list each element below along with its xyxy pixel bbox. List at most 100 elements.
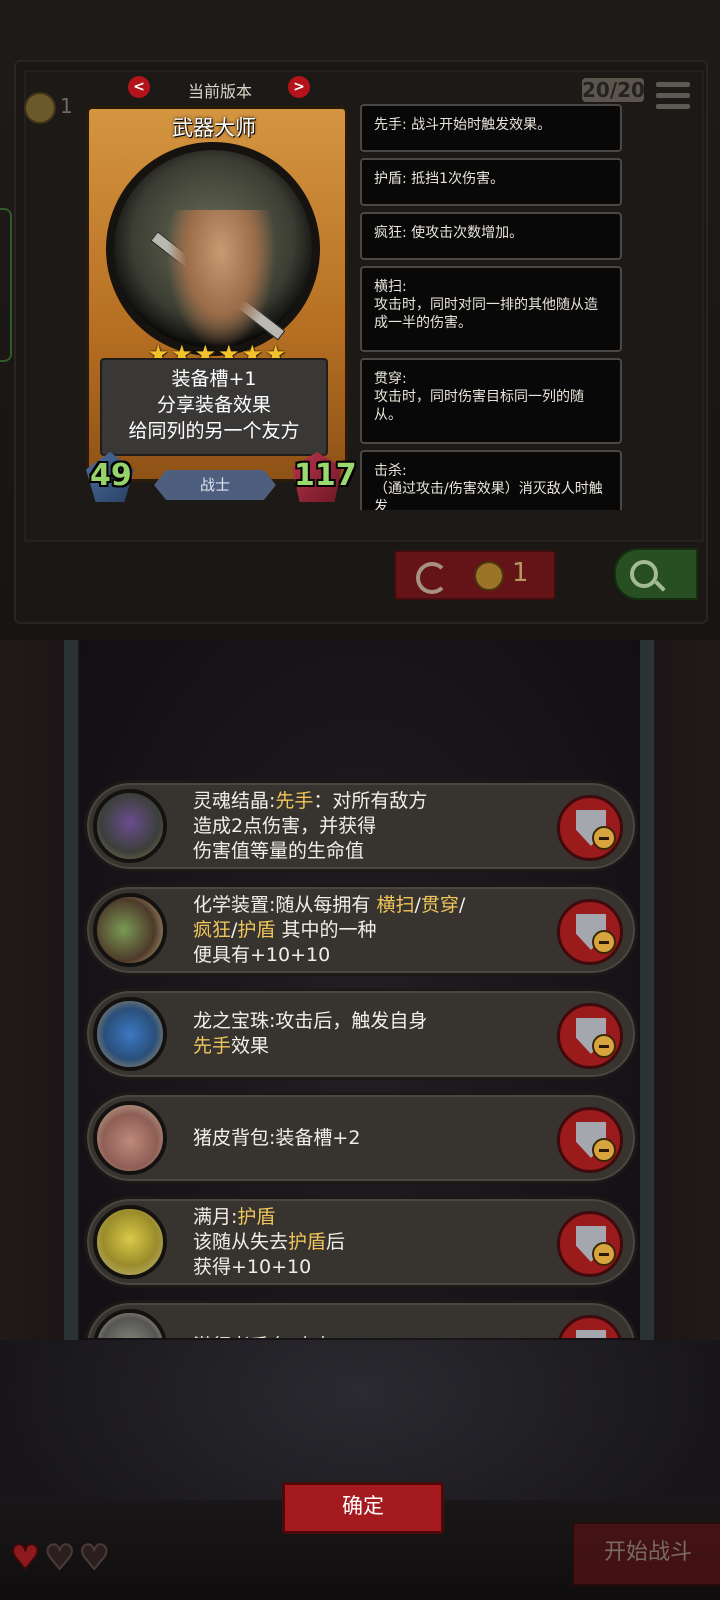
keyword-item: 横扫: 攻击时，同时对同一排的其他随从造成一半的伤害。 xyxy=(360,266,622,352)
keyword-highlight: 先手 xyxy=(275,789,314,812)
relic-text-segment: 灵魂结晶: xyxy=(193,789,276,812)
dragon-orb-icon xyxy=(93,997,167,1071)
relic-text-segment: 其中的一种 xyxy=(275,918,377,941)
relic-text-segment: 满月: xyxy=(193,1205,238,1228)
relic-text-segment: 伤害值等量的生命值 xyxy=(193,839,365,862)
prev-version-button[interactable]: < xyxy=(128,76,150,98)
relic-description-line: 灵魂结晶:先手：对所有敌方 xyxy=(193,789,543,814)
relic-description-line: 龙之宝珠:攻击后，触发自身 xyxy=(193,1009,543,1034)
soul-crystal-icon xyxy=(93,789,167,863)
refresh-button[interactable]: 1 xyxy=(394,550,556,600)
pigskin-backpack-icon xyxy=(93,1101,167,1175)
next-version-button[interactable]: > xyxy=(288,76,310,98)
relic-description-line: 先手效果 xyxy=(193,1034,543,1059)
relic-text-segment: 便具有+10+10 xyxy=(193,943,331,966)
relic-item: 龙之宝珠:攻击后，触发自身 先手效果 xyxy=(84,988,638,1080)
refresh-icon xyxy=(416,562,448,594)
remove-relic-button[interactable] xyxy=(557,899,623,965)
relic-description: 满月:护盾 该随从失去护盾后 获得+10+10 xyxy=(193,1199,543,1285)
relic-description-line: 造成2点伤害，并获得 xyxy=(193,814,543,839)
keyword-highlight: 护盾 xyxy=(237,1205,276,1228)
coin-icon xyxy=(24,92,56,124)
relic-description: 灵魂结晶:先手：对所有敌方 造成2点伤害，并获得 伤害值等量的生命值 xyxy=(193,783,543,869)
keyword-highlight: 贯穿 xyxy=(420,893,459,916)
keyword-highlight: 横扫 xyxy=(376,893,415,916)
keyword-item: 击杀: （通过攻击/伤害效果）消灭敌人时触发 xyxy=(360,450,622,510)
full-moon-icon xyxy=(93,1205,167,1279)
keyword-highlight: 先手 xyxy=(193,1035,232,1057)
relic-description-line: 猪皮背包:装备槽+2 xyxy=(193,1126,543,1151)
relic-description-line: 疯狂/护盾 其中的一种 xyxy=(193,918,543,943)
refresh-cost: 1 xyxy=(512,558,529,588)
start-battle-button[interactable]: 开始战斗 xyxy=(572,1522,720,1586)
relic-text-segment: 潜行者手套:攻击+10 xyxy=(193,1335,373,1339)
card-description-line: 分享装备效果 xyxy=(156,394,271,416)
hero-card: 武器大师 ★★★★★★ 装备槽+1 分享装备效果 给同列的另一个友方 49 11… xyxy=(86,106,357,506)
keyword-item: 贯穿: 攻击时，同时伤害目标同一列的随从。 xyxy=(360,358,622,444)
card-description-line: 装备槽+1 xyxy=(171,368,257,390)
relic-text-segment: 造成2点伤害，并获得 xyxy=(193,814,377,837)
card-description: 装备槽+1 分享装备效果 给同列的另一个友方 xyxy=(100,358,328,456)
relic-item: 潜行者手套:攻击+10 xyxy=(84,1300,638,1338)
minus-icon xyxy=(592,1242,616,1266)
deck-counter: 20/20 xyxy=(582,78,645,102)
relic-list[interactable]: 灵魂结晶:先手：对所有敌方 造成2点伤害，并获得 伤害值等量的生命值 化学装置:随从每… xyxy=(84,780,638,1338)
right-pillar xyxy=(640,640,654,1340)
lives: ♥ ♥ ♥ xyxy=(9,1537,113,1579)
chemistry-device-icon xyxy=(93,893,167,967)
relic-description-line: 该随从失去护盾后 xyxy=(193,1230,543,1255)
remove-relic-button[interactable] xyxy=(557,795,623,861)
relic-item: 灵魂结晶:先手：对所有敌方 造成2点伤害，并获得 伤害值等量的生命值 xyxy=(84,780,638,872)
health-value: 117 xyxy=(294,458,357,493)
class-tag: 战士 xyxy=(154,470,276,500)
relic-description-line: 潜行者手套:攻击+10 xyxy=(193,1334,543,1339)
menu-icon[interactable] xyxy=(656,82,690,114)
shield-icon xyxy=(576,1330,606,1338)
card-description-line: 给同列的另一个友方 xyxy=(128,420,300,442)
relic-description-line: 便具有+10+10 xyxy=(193,943,543,968)
minus-icon xyxy=(592,930,616,954)
relic-description: 化学装置:随从每拥有 横扫/贯穿/疯狂/护盾 其中的一种 便具有+10+10 xyxy=(193,887,543,973)
relic-text-segment: 该随从失去 xyxy=(193,1230,289,1253)
relic-description-line: 获得+10+10 xyxy=(193,1255,543,1280)
search-icon xyxy=(630,560,658,588)
heart-icon: ♥ xyxy=(9,1537,42,1579)
heart-icon: ♥ xyxy=(43,1537,76,1579)
relic-text-segment: / xyxy=(458,893,466,916)
minus-icon xyxy=(592,1034,616,1058)
relic-description: 潜行者手套:攻击+10 xyxy=(193,1303,543,1339)
attack-value: 49 xyxy=(90,458,132,493)
remove-relic-button[interactable] xyxy=(557,1211,623,1277)
warrior-figure xyxy=(166,210,276,350)
relic-text-segment: 化学装置:随从每拥有 xyxy=(193,893,377,916)
relic-description-line: 化学装置:随从每拥有 横扫/贯穿/ xyxy=(193,893,543,918)
keyword-item: 疯狂: 使攻击次数增加。 xyxy=(360,212,622,260)
relic-description-line: 满月:护盾 xyxy=(193,1205,543,1230)
keyword-highlight: 护盾 xyxy=(237,918,276,941)
side-tab[interactable] xyxy=(0,208,12,362)
remove-relic-button[interactable] xyxy=(557,1107,623,1173)
relic-text-segment: 后 xyxy=(326,1230,346,1253)
keyword-highlight: 疯狂 xyxy=(193,918,232,941)
version-label: 当前版本 xyxy=(187,82,252,101)
keyword-highlight: 护盾 xyxy=(288,1230,327,1253)
confirm-button[interactable]: 确定 xyxy=(282,1482,444,1534)
minus-icon xyxy=(592,826,616,850)
left-pillar xyxy=(64,640,78,1340)
relic-item: 化学装置:随从每拥有 横扫/贯穿/疯狂/护盾 其中的一种 便具有+10+10 xyxy=(84,884,638,976)
keyword-item: 先手: 战斗开始时触发效果。 xyxy=(360,104,622,152)
card-name: 武器大师 xyxy=(172,116,256,140)
relic-text-segment: 猪皮背包:装备槽+2 xyxy=(193,1126,361,1149)
relic-item: 猪皮背包:装备槽+2 xyxy=(84,1092,638,1184)
relic-description: 猪皮背包:装备槽+2 xyxy=(193,1095,543,1181)
remove-relic-button[interactable] xyxy=(557,1315,623,1338)
stalker-gloves-icon xyxy=(93,1309,167,1338)
keyword-list[interactable]: 先手: 战斗开始时触发效果。 护盾: 抵挡1次伤害。 疯狂: 使攻击次数增加。 横扫:… xyxy=(360,104,622,510)
relic-text-segment: 效果 xyxy=(231,1035,270,1057)
remove-relic-button[interactable] xyxy=(557,1003,623,1069)
hero-portrait xyxy=(106,142,320,356)
relic-item: 满月:护盾 该随从失去护盾后 获得+10+10 xyxy=(84,1196,638,1288)
heart-icon: ♥ xyxy=(78,1537,111,1579)
relic-text-segment: ：对所有敌方 xyxy=(313,789,428,812)
search-button[interactable] xyxy=(614,548,698,600)
